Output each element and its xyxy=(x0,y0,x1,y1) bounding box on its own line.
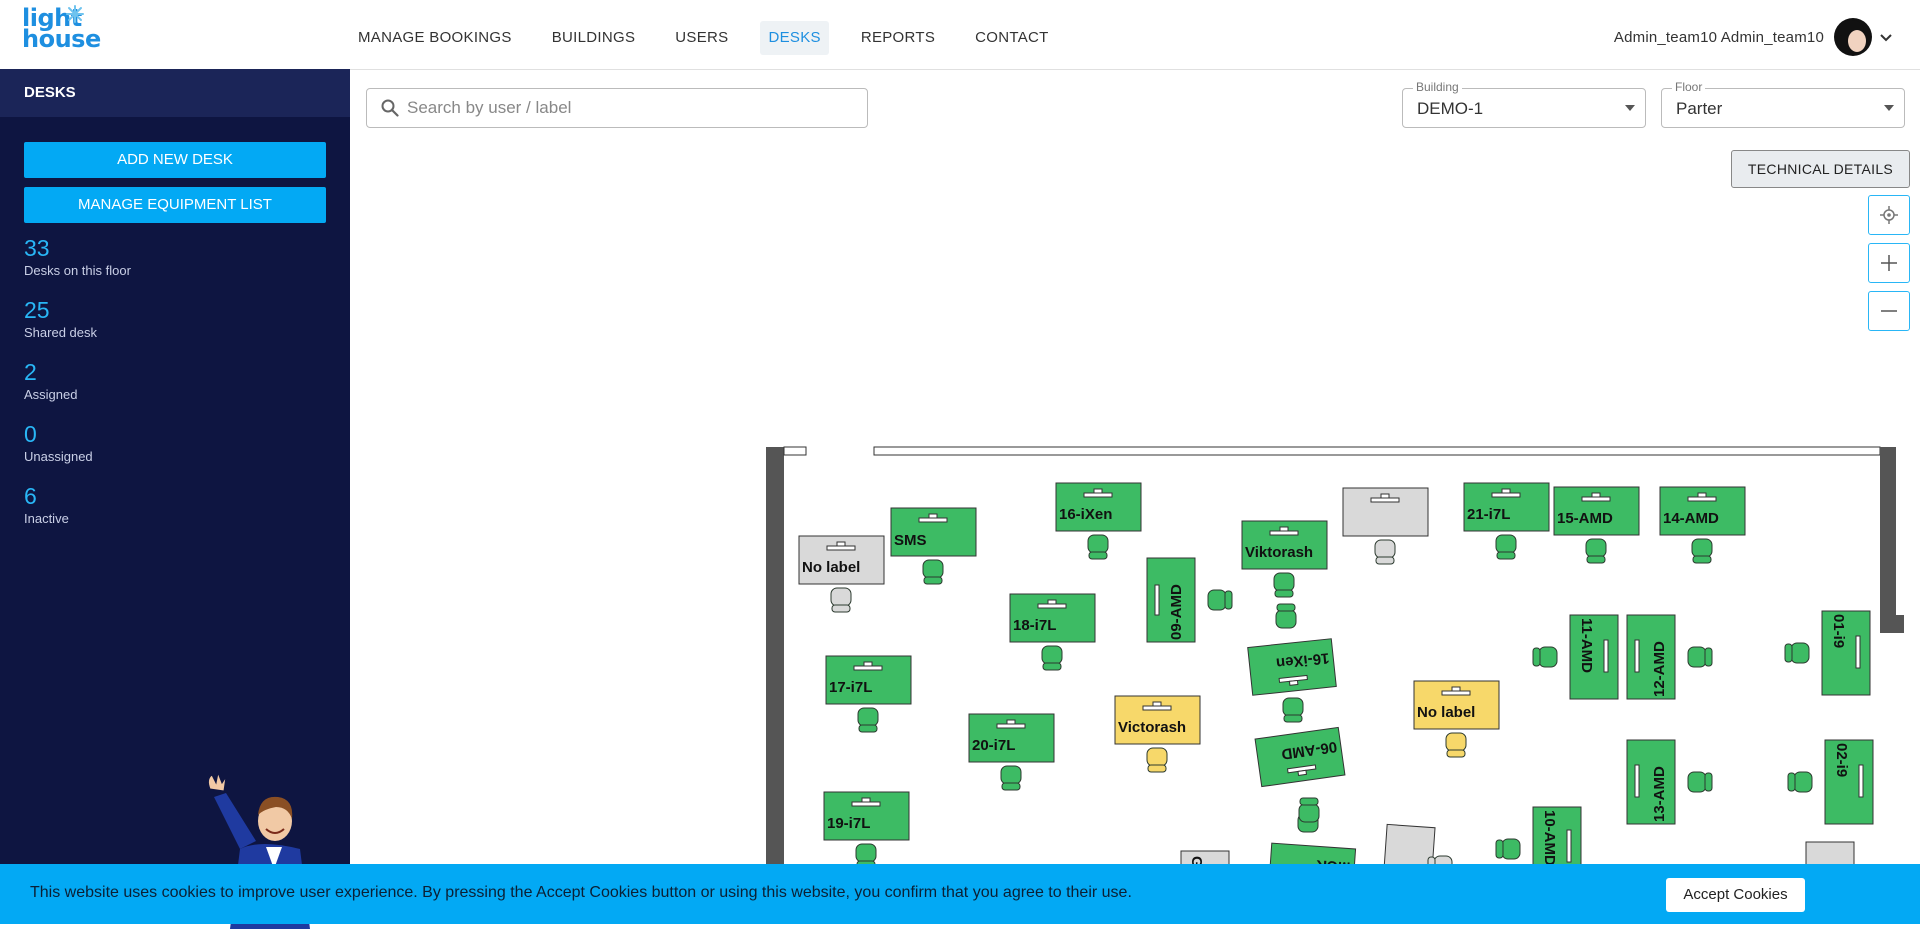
zoom-in-icon xyxy=(1881,255,1897,271)
desk-label: SMS xyxy=(894,532,927,549)
desk-label: No label xyxy=(1417,704,1475,721)
stat-value: 2 xyxy=(24,359,37,385)
desk-11-amd[interactable]: 11-AMD xyxy=(1532,614,1619,700)
manage-equipment-list-button[interactable]: MANAGE EQUIPMENT LIST xyxy=(24,187,326,223)
stat-value: 0 xyxy=(24,421,37,447)
desk-label: Viktorash xyxy=(1245,544,1313,561)
desk-no-label-inactive[interactable]: No label xyxy=(798,535,885,613)
sidebar-title: DESKS xyxy=(0,69,350,117)
building-value: DEMO-1 xyxy=(1417,99,1484,118)
desk-16-ixen[interactable]: 16-iXen xyxy=(1055,482,1142,560)
stat-assigned: 2 Assigned xyxy=(24,359,77,402)
nav-contact[interactable]: CONTACT xyxy=(967,21,1056,55)
nav-reports[interactable]: REPORTS xyxy=(853,21,943,55)
desk-13-amd[interactable]: 13-AMD xyxy=(1626,739,1713,825)
add-new-desk-button[interactable]: ADD NEW DESK xyxy=(24,142,326,178)
desk-label: 17-i7L xyxy=(829,679,872,696)
main-nav: MANAGE BOOKINGS BUILDINGS USERS DESKS RE… xyxy=(350,21,1081,55)
desk-sms[interactable]: SMS xyxy=(890,507,977,585)
stat-label: Desks on this floor xyxy=(24,263,131,278)
stat-label: Assigned xyxy=(24,387,78,402)
zoom-out-icon xyxy=(1881,310,1897,312)
locate-icon xyxy=(1880,206,1898,224)
stat-label: Shared desk xyxy=(24,325,97,340)
desk-16-ixen-rotated[interactable]: 16-iXen xyxy=(1247,603,1337,723)
locate-button[interactable] xyxy=(1868,195,1910,235)
search-icon xyxy=(381,99,399,117)
desk-label: 18-i7L xyxy=(1013,617,1056,634)
building-legend: Building xyxy=(1413,80,1462,94)
desk-21-i7l[interactable]: 21-i7L xyxy=(1463,482,1550,560)
desk-label: 11-AMD xyxy=(1578,618,1595,673)
desk-label: 16-iXen xyxy=(1059,506,1112,523)
user-menu[interactable]: Admin_team10 Admin_team10 xyxy=(1614,18,1892,56)
desk-14-amd[interactable]: 14-AMD xyxy=(1659,486,1746,564)
stat-value: 25 xyxy=(24,297,50,323)
desk-label: No label xyxy=(802,559,860,576)
desk-label: 09-AMD xyxy=(1168,584,1185,640)
stat-desks-on-floor: 33 Desks on this floor xyxy=(24,235,131,278)
avatar[interactable] xyxy=(1834,18,1872,56)
technical-details-button[interactable]: TECHNICAL DETAILS xyxy=(1731,150,1910,188)
desk-label: 12-AMD xyxy=(1651,641,1668,697)
desk-17-i7l[interactable]: 17-i7L xyxy=(825,655,912,733)
desk-label: Victorash xyxy=(1118,719,1186,736)
nav-manage-bookings[interactable]: MANAGE BOOKINGS xyxy=(350,21,520,55)
lighthouse-logo[interactable]: light house xyxy=(22,5,102,58)
logo-star-icon xyxy=(66,5,84,23)
zoom-in-button[interactable] xyxy=(1868,243,1910,283)
user-name: Admin_team10 Admin_team10 xyxy=(1613,28,1824,46)
desk-label: 10-AMD xyxy=(1541,810,1558,866)
desk-01-i9[interactable]: 01-i9 xyxy=(1784,610,1871,696)
dropdown-arrow-icon xyxy=(1625,105,1635,111)
floor-legend: Floor xyxy=(1672,80,1706,94)
cookie-message: This website uses cookies to improve use… xyxy=(30,884,1132,901)
zoom-out-button[interactable] xyxy=(1868,291,1910,331)
desk-label: 20-i7L xyxy=(972,737,1015,754)
desk-label: 01-i9 xyxy=(1830,614,1847,648)
stat-label: Unassigned xyxy=(24,449,93,464)
floor-select[interactable]: Floor Parter xyxy=(1661,80,1905,128)
logo-line-2: house xyxy=(22,25,101,53)
desk-inactive-top[interactable] xyxy=(1342,487,1429,565)
nav-desks[interactable]: DESKS xyxy=(760,21,829,55)
search-box[interactable] xyxy=(366,88,868,128)
desk-18-i7l[interactable]: 18-i7L xyxy=(1009,593,1096,671)
stat-shared-desk: 25 Shared desk xyxy=(24,297,97,340)
nav-users[interactable]: USERS xyxy=(667,21,736,55)
desk-12-amd[interactable]: 12-AMD xyxy=(1626,614,1713,700)
accept-cookies-button[interactable]: Accept Cookies xyxy=(1666,878,1805,912)
desk-label: 13-AMD xyxy=(1651,766,1668,822)
desk-label: 02-i9 xyxy=(1833,743,1850,777)
desk-09-amd[interactable]: 09-AMD xyxy=(1146,557,1233,643)
desk-no-label-assigned[interactable]: No label xyxy=(1413,680,1500,758)
desk-label: 21-i7L xyxy=(1467,506,1510,523)
nav-buildings[interactable]: BUILDINGS xyxy=(544,21,644,55)
stat-inactive: 6 Inactive xyxy=(24,483,69,526)
cookie-banner: This website uses cookies to improve use… xyxy=(0,864,1920,924)
desk-19-i7l[interactable]: 19-i7L xyxy=(823,791,910,869)
sidebar: DESKS ADD NEW DESK MANAGE EQUIPMENT LIST… xyxy=(0,69,350,929)
search-input[interactable] xyxy=(405,89,859,127)
top-bar: light house MANAGE BOOKINGS BUILDINGS US… xyxy=(0,0,1920,70)
desk-02-i9[interactable]: 02-i9 xyxy=(1787,739,1874,825)
desk-victorash[interactable]: Victorash xyxy=(1114,695,1201,773)
chevron-down-icon[interactable] xyxy=(1880,31,1892,43)
stat-label: Inactive xyxy=(24,511,69,526)
desk-15-amd[interactable]: 15-AMD xyxy=(1553,486,1640,564)
stat-value: 6 xyxy=(24,483,37,509)
desk-20-i7l[interactable]: 20-i7L xyxy=(968,713,1055,791)
desk-label: 14-AMD xyxy=(1663,510,1719,527)
desk-label: 15-AMD xyxy=(1557,510,1613,527)
dropdown-arrow-icon xyxy=(1884,105,1894,111)
desk-label: 19-i7L xyxy=(827,815,870,832)
stat-unassigned: 0 Unassigned xyxy=(24,421,93,464)
floor-value: Parter xyxy=(1676,99,1723,118)
stat-value: 33 xyxy=(24,235,50,261)
building-select[interactable]: Building DEMO-1 xyxy=(1402,80,1646,128)
desk-viktorash[interactable]: Viktorash xyxy=(1241,520,1328,598)
